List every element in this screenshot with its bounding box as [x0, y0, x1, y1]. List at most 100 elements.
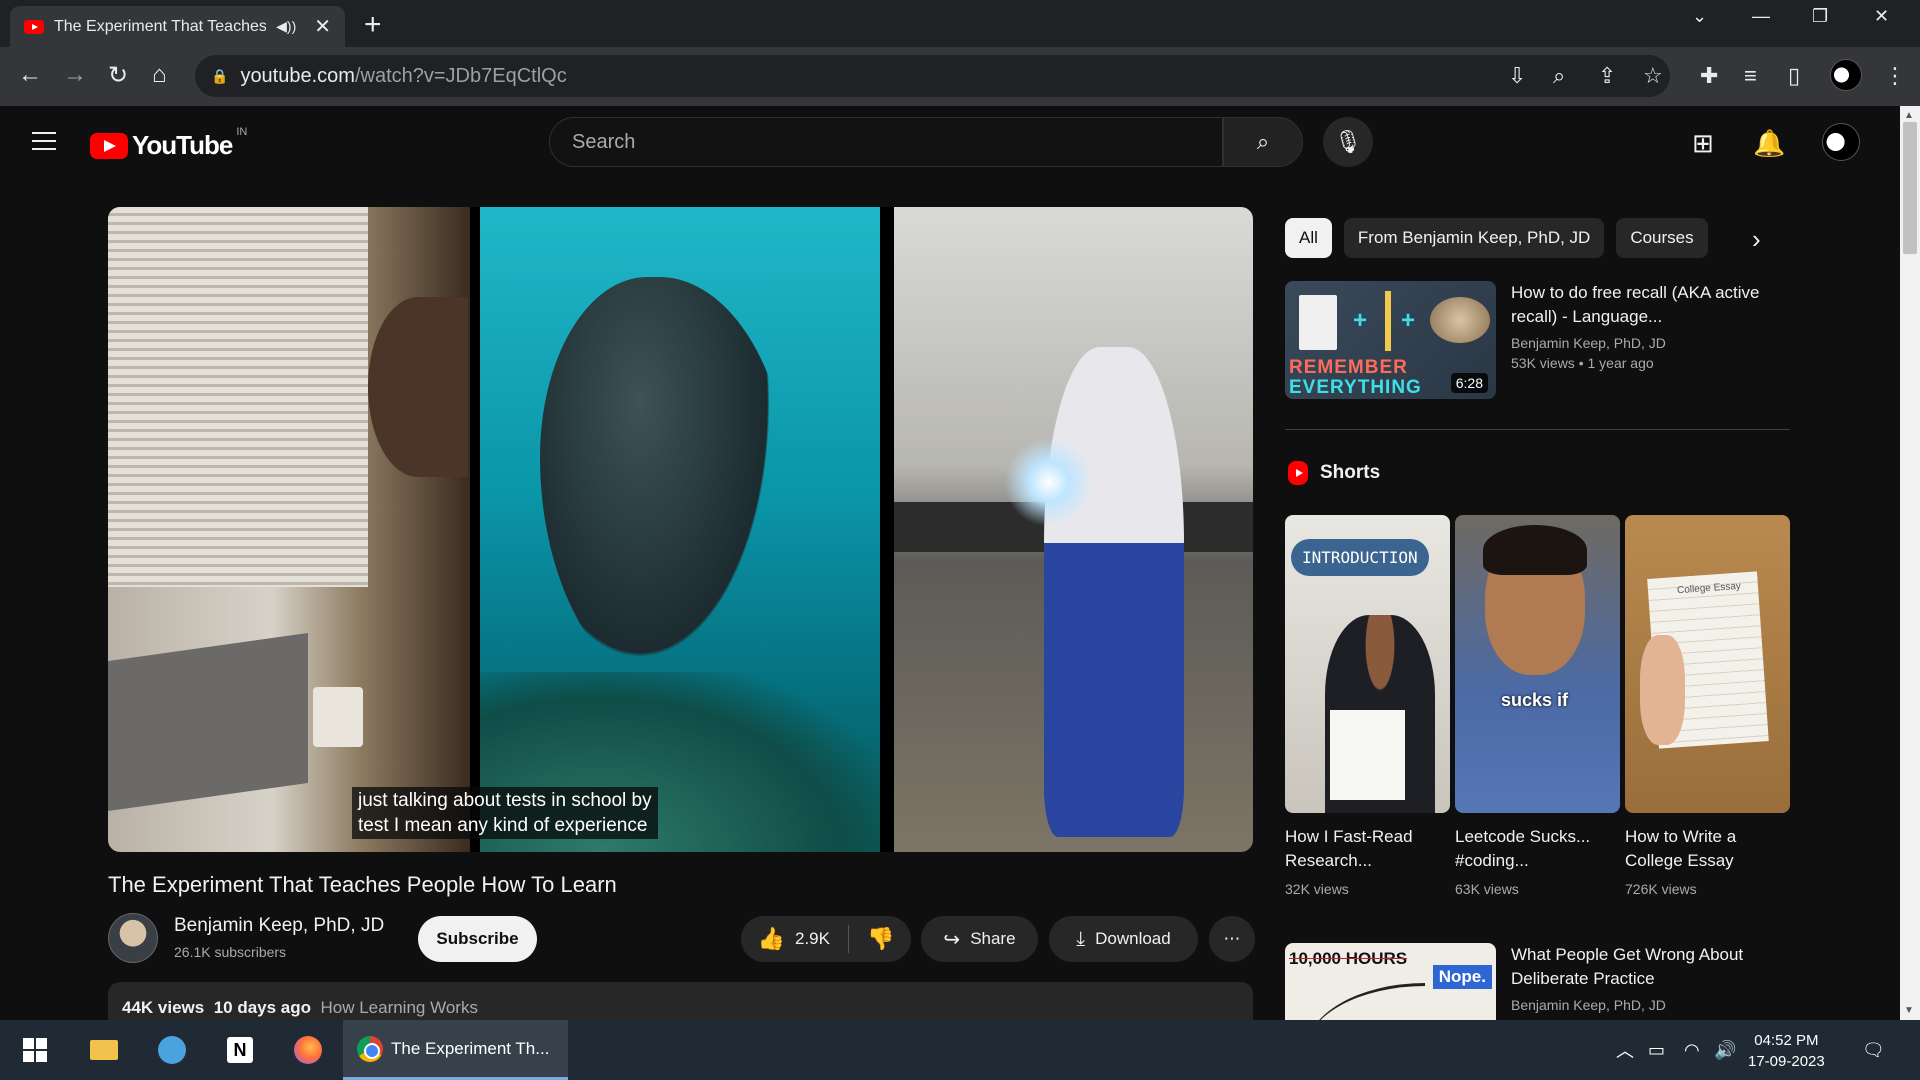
short-overlay-text: sucks if: [1501, 690, 1569, 710]
home-button[interactable]: ⌂: [152, 61, 167, 89]
share-button[interactable]: ↪ Share: [921, 916, 1038, 962]
thumbnail-badge: Nope.: [1432, 965, 1492, 989]
short-title[interactable]: Leetcode Sucks... #coding...: [1455, 825, 1620, 873]
extensions-icon[interactable]: ✚: [1700, 63, 1718, 89]
like-button[interactable]: 👍 2.9K: [758, 926, 830, 952]
volume-icon[interactable]: 🔊: [1714, 1020, 1736, 1080]
system-clock[interactable]: 04:52 PM 17-09-2023: [1748, 1030, 1825, 1072]
short-item[interactable]: College Essay How to Write a College Ess…: [1625, 515, 1790, 897]
youtube-favicon-icon: [24, 19, 44, 34]
recommended-title[interactable]: What People Get Wrong About Deliberate P…: [1511, 943, 1781, 991]
bookmark-star-icon[interactable]: ☆: [1643, 63, 1663, 89]
search-button[interactable]: ⌕: [1223, 117, 1303, 167]
back-button[interactable]: ←: [18, 61, 42, 89]
chips-next-chevron-icon[interactable]: ›: [1752, 224, 1761, 255]
scroll-down-arrow-icon[interactable]: ▼: [1904, 1005, 1914, 1016]
dislike-button[interactable]: 👎: [867, 926, 894, 952]
address-bar[interactable]: 🔒 youtube.com/watch?v=JDb7EqCtlQc: [195, 55, 1670, 97]
short-thumbnail[interactable]: INTRODUCTION: [1285, 515, 1450, 813]
restore-button[interactable]: ❐: [1812, 6, 1828, 27]
start-button[interactable]: [18, 1020, 52, 1080]
video-thumbnail[interactable]: + + REMEMBER EVERYTHING 6:28: [1285, 281, 1496, 399]
guide-menu-icon[interactable]: [32, 132, 56, 150]
thumbs-up-icon: 👍: [757, 926, 785, 951]
audio-playing-icon[interactable]: ◀)): [276, 18, 296, 35]
chip-courses[interactable]: Courses: [1616, 218, 1708, 258]
chip-all[interactable]: All: [1285, 218, 1332, 258]
subscriber-count: 26.1K subscribers: [174, 944, 287, 960]
browser-menu-icon[interactable]: ⋮: [1884, 63, 1906, 89]
battery-icon[interactable]: ▭: [1648, 1020, 1665, 1080]
short-item[interactable]: INTRODUCTION How I Fast-Read Research...…: [1285, 515, 1450, 897]
forward-button[interactable]: →: [63, 61, 87, 89]
chip-from-channel[interactable]: From Benjamin Keep, PhD, JD: [1343, 218, 1605, 258]
short-title[interactable]: How to Write a College Essay: [1625, 825, 1790, 873]
notifications-bell-icon[interactable]: 🔔: [1753, 128, 1785, 159]
media-control-icon[interactable]: ≡: [1744, 63, 1757, 89]
short-thumbnail[interactable]: sucks if: [1455, 515, 1620, 813]
short-overlay-text: INTRODUCTION: [1291, 539, 1429, 576]
video-frame-panel-office: [108, 207, 470, 852]
firefox-icon[interactable]: [286, 1020, 330, 1080]
install-app-icon[interactable]: ⇩: [1508, 63, 1526, 89]
tab-search-chevron-icon[interactable]: ⌄: [1692, 6, 1707, 27]
tab-close-icon[interactable]: ✕: [314, 14, 331, 39]
taskbar-window-label: The Experiment Th...: [391, 1038, 550, 1058]
video-tag[interactable]: How Learning Works: [320, 998, 477, 1017]
download-icon: ⤓: [1076, 927, 1086, 950]
clock-date: 17-09-2023: [1748, 1053, 1825, 1070]
logo-wordmark: YouTube: [132, 130, 233, 160]
recommended-title[interactable]: How to do free recall (AKA active recall…: [1511, 281, 1781, 329]
wifi-icon[interactable]: ◠: [1684, 1020, 1700, 1080]
browser-tab[interactable]: The Experiment That Teaches ◀)) ✕: [10, 6, 345, 47]
download-button[interactable]: ⤓ Download: [1049, 916, 1198, 962]
account-avatar[interactable]: [1822, 123, 1860, 161]
video-player[interactable]: just talking about tests in school by te…: [108, 207, 1253, 852]
video-captions: just talking about tests in school by te…: [352, 787, 658, 839]
short-item[interactable]: sucks if Leetcode Sucks... #coding... 63…: [1455, 515, 1620, 897]
youtube-logo[interactable]: YouTube IN: [90, 126, 247, 161]
file-explorer-icon[interactable]: [82, 1020, 126, 1080]
new-tab-button[interactable]: +: [364, 8, 382, 42]
share-page-icon[interactable]: ⇪: [1598, 63, 1616, 89]
more-actions-button[interactable]: ⋯: [1209, 916, 1255, 962]
channel-avatar[interactable]: [108, 913, 158, 963]
recommended-channel[interactable]: Benjamin Keep, PhD, JD: [1511, 997, 1781, 1013]
recommended-channel[interactable]: Benjamin Keep, PhD, JD: [1511, 335, 1781, 351]
reload-button[interactable]: ↻: [108, 61, 128, 90]
profile-avatar[interactable]: [1830, 59, 1862, 91]
shorts-heading: Shorts: [1320, 462, 1381, 483]
view-count: 44K views: [122, 998, 205, 1017]
country-code: IN: [236, 125, 248, 138]
minimize-button[interactable]: —: [1752, 6, 1770, 27]
video-thumbnail[interactable]: 10,000 HOURS Nope.: [1285, 943, 1496, 1020]
subscribe-button[interactable]: Subscribe: [418, 916, 537, 962]
lock-icon[interactable]: 🔒: [211, 68, 228, 85]
notion-icon[interactable]: N: [218, 1020, 262, 1080]
show-hidden-icons-chevron[interactable]: ︿: [1616, 1020, 1634, 1080]
window-close-button[interactable]: ✕: [1874, 6, 1889, 27]
page-scrollbar-thumb[interactable]: [1903, 122, 1917, 254]
channel-name[interactable]: Benjamin Keep, PhD, JD: [174, 915, 384, 937]
search-input[interactable]: Search: [549, 117, 1223, 167]
short-title[interactable]: How I Fast-Read Research...: [1285, 825, 1450, 873]
short-views: 32K views: [1285, 881, 1349, 897]
create-video-icon[interactable]: ⊞: [1692, 128, 1714, 159]
scroll-up-arrow-icon[interactable]: ▲: [1904, 110, 1914, 121]
voice-search-button[interactable]: 🎙: [1323, 117, 1373, 167]
browser-tab-strip: The Experiment That Teaches ◀)) ✕ + ⌄ — …: [0, 0, 1920, 47]
video-frame-panel-diver: [480, 207, 880, 852]
side-panel-icon[interactable]: ▯: [1788, 63, 1800, 89]
notifications-center-icon[interactable]: 🗨: [1862, 1020, 1885, 1080]
messaging-app-icon[interactable]: [150, 1020, 194, 1080]
recommended-video[interactable]: 10,000 HOURS Nope. What People Get Wrong…: [1285, 943, 1790, 1020]
taskbar-chrome-window[interactable]: The Experiment Th...: [343, 1020, 568, 1080]
search-placeholder: Search: [572, 130, 636, 153]
recommended-video[interactable]: + + REMEMBER EVERYTHING 6:28 How to do f…: [1285, 281, 1790, 399]
windows-taskbar: N The Experiment Th... ︿ ▭ ◠ 🔊 04:52 PM …: [0, 1020, 1920, 1080]
zoom-icon[interactable]: ⌕: [1553, 63, 1565, 89]
share-label: Share: [970, 929, 1016, 948]
thumbs-down-icon: 👎: [866, 926, 895, 951]
thumbnail-text: REMEMBER: [1289, 357, 1408, 378]
short-thumbnail[interactable]: College Essay: [1625, 515, 1790, 813]
